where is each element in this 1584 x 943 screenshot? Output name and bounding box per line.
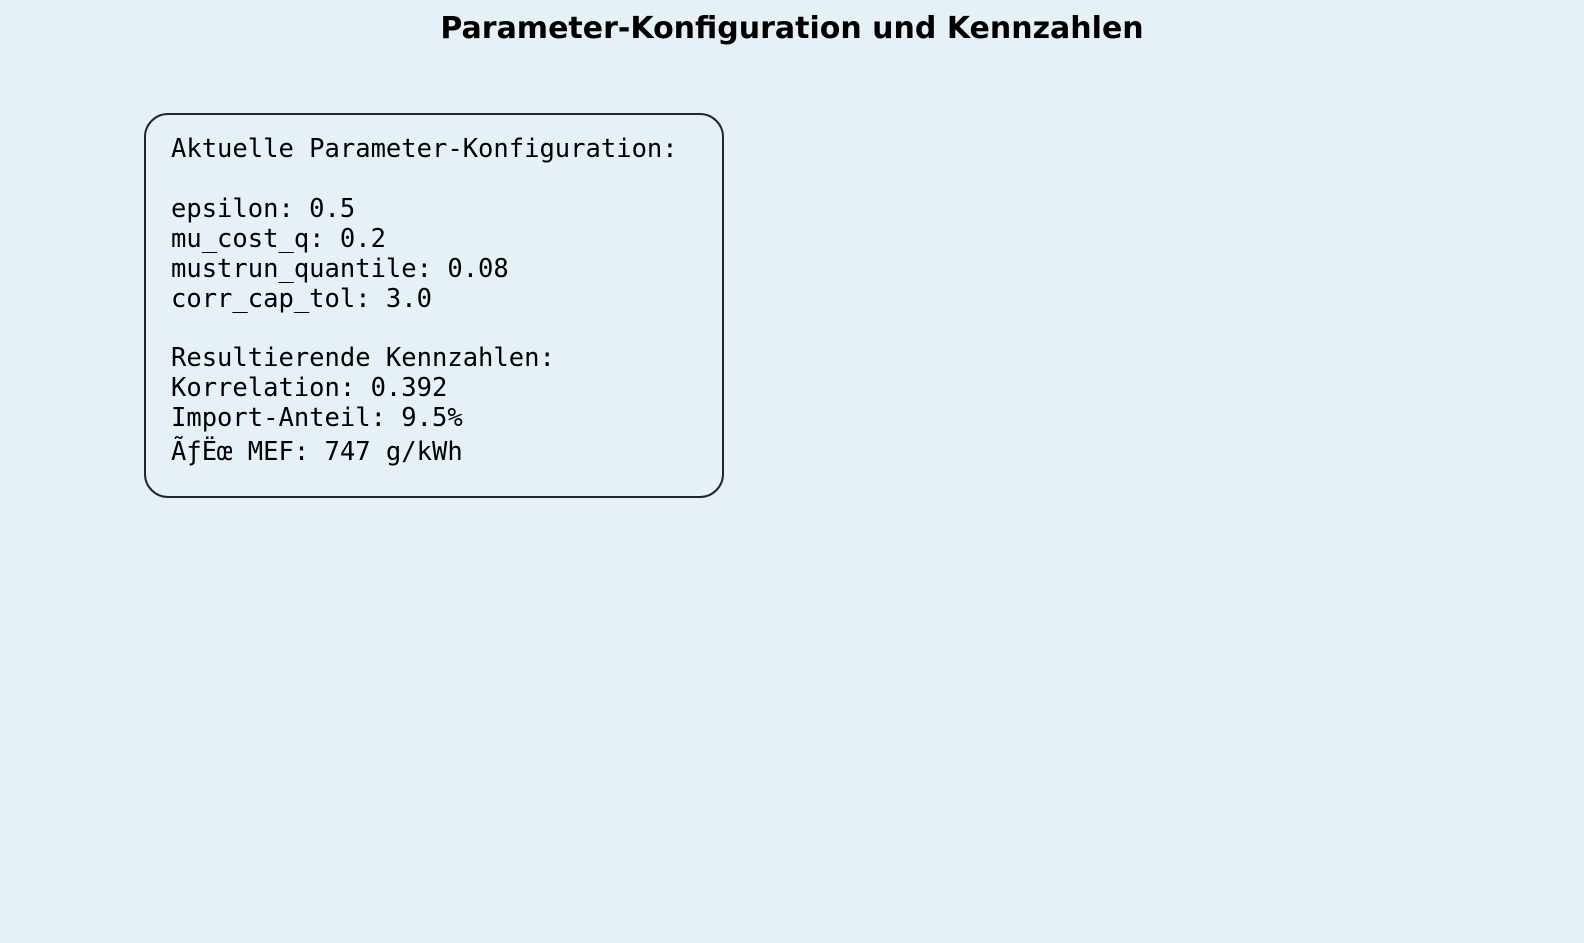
- page-title: Parameter-Konfiguration und Kennzahlen: [440, 11, 1144, 46]
- config-line-mu-cost-q: mu_cost_q: 0.2: [171, 224, 386, 254]
- metrics-heading: Resultierende Kennzahlen:: [171, 343, 555, 373]
- metric-line-korrelation: Korrelation: 0.392: [171, 373, 448, 403]
- metric-line-mef: ÃƒËœ MEF: 747 g/kWh: [171, 437, 463, 467]
- config-heading: Aktuelle Parameter-Konfiguration:: [171, 134, 678, 164]
- config-line-epsilon: epsilon: 0.5: [171, 194, 356, 224]
- config-line-corr-cap-tol: corr_cap_tol: 3.0: [171, 284, 432, 314]
- metric-line-import-anteil: Import-Anteil: 9.5%: [171, 403, 463, 433]
- config-line-mustrun-quantile: mustrun_quantile: 0.08: [171, 254, 509, 284]
